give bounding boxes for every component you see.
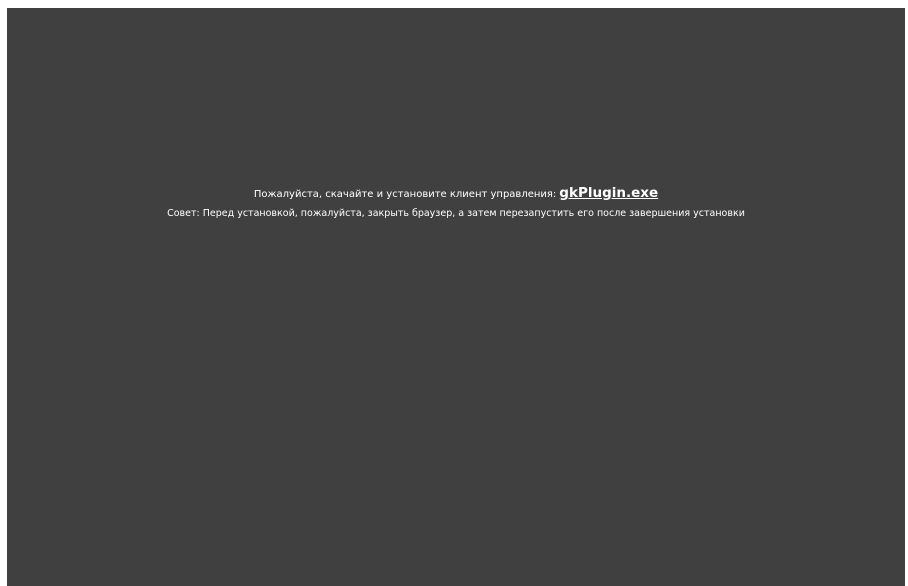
- download-plugin-link[interactable]: gkPlugin.exe: [559, 185, 658, 201]
- install-prompt-text: Пожалуйста, скачайте и установите клиент…: [253, 189, 557, 200]
- page-background: Пожалуйста, скачайте и установите клиент…: [7, 8, 905, 586]
- install-prompt-line: Пожалуйста, скачайте и установите клиент…: [7, 185, 905, 203]
- install-tip-text: Совет: Перед установкой, пожалуйста, зак…: [167, 208, 745, 219]
- install-message: Пожалуйста, скачайте и установите клиент…: [7, 185, 905, 221]
